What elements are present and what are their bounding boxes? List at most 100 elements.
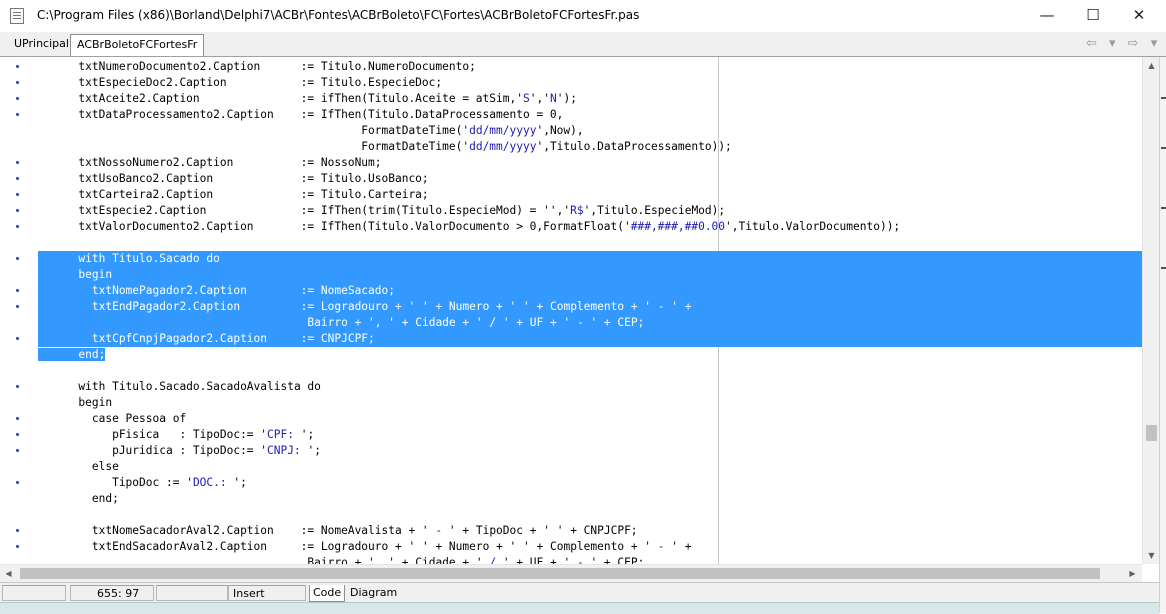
code-line[interactable] [38, 363, 1142, 379]
code-line[interactable]: pJuridica : TipoDoc:= 'CNPJ: '; [38, 443, 1142, 459]
code-line[interactable]: txtUsoBanco2.Caption := Titulo.UsoBanco; [38, 171, 1142, 187]
code-line[interactable]: txtDataProcessamento2.Caption := IfThen(… [38, 107, 1142, 123]
status-bar: 655: 97 Insert Code Diagram [0, 582, 1159, 603]
insert-mode-indicator: Insert [228, 585, 306, 601]
breakpoint-dot-icon[interactable] [16, 209, 19, 212]
vertical-scroll-thumb[interactable] [1146, 425, 1157, 441]
scroll-right-arrow-icon[interactable]: ▶ [1124, 565, 1141, 582]
breakpoint-dot-icon[interactable] [16, 385, 19, 388]
tab-acbrboletofcfortesfr[interactable]: ACBrBoletoFCFortesFr [70, 34, 205, 56]
code-line[interactable]: pFisica : TipoDoc:= 'CPF: '; [38, 427, 1142, 443]
string-literal: DOC.: [192, 476, 234, 489]
maximize-button[interactable]: ☐ [1070, 0, 1116, 30]
code-line[interactable]: TipoDoc := 'DOC.: '; [38, 475, 1142, 491]
string-literal [415, 300, 422, 313]
background-window-edge [1159, 57, 1166, 613]
breakpoint-dot-icon[interactable] [16, 177, 19, 180]
string-literal [415, 540, 422, 553]
breakpoint-dot-icon[interactable] [16, 97, 19, 100]
breakpoint-dot-icon[interactable] [16, 81, 19, 84]
string-literal: R$ [570, 204, 584, 217]
breakpoint-dot-icon[interactable] [16, 417, 19, 420]
string-literal: , [374, 556, 389, 564]
code-editor[interactable]: txtNumeroDocumento2.Caption := Titulo.Nu… [0, 57, 1142, 564]
editor-gutter [0, 57, 38, 564]
string-literal: dd/mm/yyyy [469, 140, 537, 153]
code-line[interactable]: txtEspecieDoc2.Caption := Titulo.Especie… [38, 75, 1142, 91]
code-line[interactable]: txtEndPagador2.Caption := Logradouro + '… [38, 299, 1142, 315]
code-line[interactable]: end; [38, 347, 1142, 363]
code-line[interactable] [38, 507, 1142, 523]
code-line[interactable]: else [38, 459, 1142, 475]
string-literal [516, 540, 523, 553]
string-literal: - [570, 316, 591, 329]
breakpoint-dot-icon[interactable] [16, 545, 19, 548]
string-literal: N [549, 92, 557, 105]
window-title: C:\Program Files (x86)\Borland\Delphi7\A… [37, 8, 640, 22]
horizontal-scroll-thumb[interactable] [20, 568, 1100, 579]
history-nav-arrows[interactable]: ⇦ ▾ ⇨ ▾ [1086, 36, 1161, 51]
scroll-down-arrow-icon[interactable]: ▼ [1143, 547, 1160, 564]
code-line[interactable]: Bairro + ', ' + Cidade + ' / ' + UF + ' … [38, 555, 1142, 564]
scroll-up-arrow-icon[interactable]: ▲ [1143, 57, 1160, 74]
code-line[interactable]: txtCarteira2.Caption := Titulo.Carteira; [38, 187, 1142, 203]
string-literal: dd/mm/yyyy [469, 124, 537, 137]
string-literal: CPF: [267, 428, 301, 441]
string-literal [516, 300, 523, 313]
horizontal-scrollbar[interactable]: ◀ ▶ [0, 564, 1142, 582]
selected-text: end; [38, 348, 106, 361]
string-literal: ###,###,##0.00 [630, 220, 726, 233]
string-literal: S [522, 92, 530, 105]
string-literal: / [482, 316, 503, 329]
breakpoint-dot-icon[interactable] [16, 257, 19, 260]
string-literal [550, 524, 557, 537]
string-literal: - [428, 524, 449, 537]
file-icon [10, 8, 24, 24]
breakpoint-dot-icon[interactable] [16, 449, 19, 452]
code-line[interactable]: txtValorDocumento2.Caption := IfThen(Tit… [38, 219, 1142, 235]
code-line[interactable]: Bairro + ', ' + Cidade + ' / ' + UF + ' … [38, 315, 1142, 331]
code-line[interactable]: txtNomeSacadorAval2.Caption := NomeAvali… [38, 523, 1142, 539]
vertical-scrollbar[interactable]: ▲ ▼ [1142, 57, 1160, 564]
breakpoint-dot-icon[interactable] [16, 481, 19, 484]
string-literal: - [570, 556, 591, 564]
breakpoint-dot-icon[interactable] [16, 337, 19, 340]
tab-code[interactable]: Code [309, 585, 346, 602]
code-line[interactable]: FormatDateTime('dd/mm/yyyy',Titulo.DataP… [38, 139, 1142, 155]
code-line[interactable]: txtNossoNumero2.Caption := NossoNum; [38, 155, 1142, 171]
tab-diagram[interactable]: Diagram [347, 585, 400, 601]
scroll-left-arrow-icon[interactable]: ◀ [0, 565, 17, 582]
code-line[interactable]: txtAceite2.Caption := ifThen(Titulo.Acei… [38, 91, 1142, 107]
code-line[interactable]: case Pessoa of [38, 411, 1142, 427]
breakpoint-dot-icon[interactable] [16, 161, 19, 164]
code-line[interactable]: txtCpfCnpjPagador2.Caption := CNPJCPF; [38, 331, 1142, 347]
code-line[interactable]: txtNumeroDocumento2.Caption := Titulo.Nu… [38, 59, 1142, 75]
code-line[interactable]: FormatDateTime('dd/mm/yyyy',Now), [38, 123, 1142, 139]
string-literal: / [482, 556, 503, 564]
code-line[interactable]: txtEndSacadorAval2.Caption := Logradouro… [38, 539, 1142, 555]
string-literal: - [651, 300, 672, 313]
code-area[interactable]: txtNumeroDocumento2.Caption := Titulo.Nu… [38, 57, 1142, 564]
code-line[interactable]: begin [38, 395, 1142, 411]
minimize-button[interactable]: — [1024, 0, 1070, 30]
code-line[interactable]: txtNomePagador2.Caption := NomeSacado; [38, 283, 1142, 299]
status-panel-blank [2, 585, 66, 601]
string-literal: CNPJ: [267, 444, 308, 457]
breakpoint-dot-icon[interactable] [16, 65, 19, 68]
code-line[interactable]: txtEspecie2.Caption := IfThen(trim(Titul… [38, 203, 1142, 219]
code-line[interactable]: begin [38, 267, 1142, 283]
breakpoint-dot-icon[interactable] [16, 433, 19, 436]
breakpoint-dot-icon[interactable] [16, 529, 19, 532]
breakpoint-dot-icon[interactable] [16, 305, 19, 308]
code-line[interactable]: with Titulo.Sacado.SacadoAvalista do [38, 379, 1142, 395]
breakpoint-dot-icon[interactable] [16, 113, 19, 116]
code-line[interactable]: end; [38, 491, 1142, 507]
breakpoint-dot-icon[interactable] [16, 225, 19, 228]
close-button[interactable]: ✕ [1116, 0, 1162, 30]
code-line[interactable] [38, 235, 1142, 251]
breakpoint-dot-icon[interactable] [16, 289, 19, 292]
breakpoint-dot-icon[interactable] [16, 193, 19, 196]
tab-uprincipal[interactable]: UPrincipal [8, 34, 75, 54]
code-line[interactable]: with Titulo.Sacado do [38, 251, 1142, 267]
editor-tab-bar: UPrincipal ACBrBoletoFCFortesFr ⇦ ▾ ⇨ ▾ [0, 32, 1166, 57]
